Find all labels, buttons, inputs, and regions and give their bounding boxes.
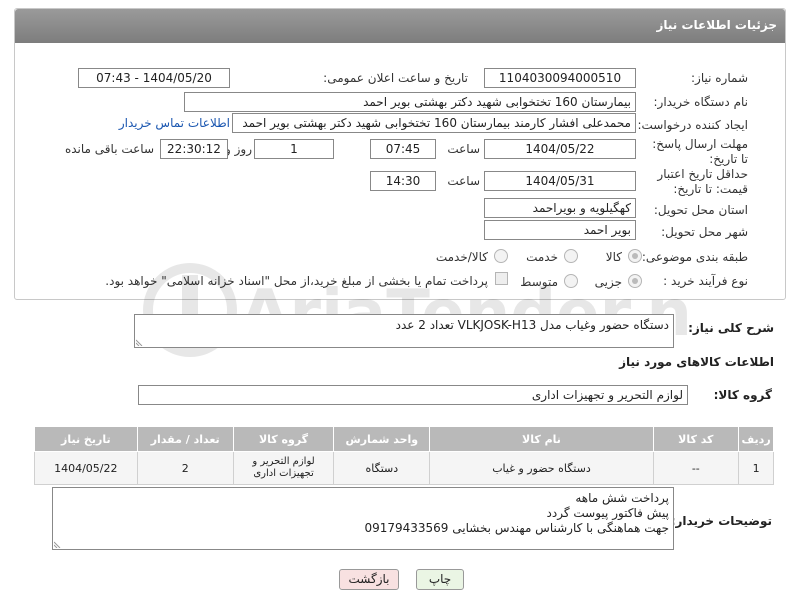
- goods-group-field: لوازم التحریر و تجهیزات اداری: [138, 385, 688, 405]
- cell-qty: 2: [136, 451, 234, 485]
- validity-label: حداقل تاریخ اعتبار قیمت: تا تاریخ:: [657, 167, 748, 196]
- province-label: استان محل تحویل:: [653, 203, 748, 217]
- goods-table: ردیف کد کالا نام کالا واحد شمارش گروه کا…: [34, 426, 774, 485]
- watermark-logo: AriaTender.neT: [143, 263, 690, 357]
- announce-datetime-field: 1404/05/20 - 07:43: [78, 68, 230, 88]
- goods-group-label: گروه کالا:: [713, 388, 772, 402]
- buyer-org-label: نام دستگاه خریدار:: [653, 95, 749, 109]
- creator-label: ایجاد کننده درخواست:: [637, 118, 748, 132]
- deadline-time-field: 07:45: [370, 139, 436, 159]
- table-row: 1 -- دستگاه حضور و غیاب دستگاه لوازم الت…: [34, 451, 774, 485]
- cell-code: --: [652, 451, 740, 485]
- cell-name: دستگاه حضور و غیاب: [429, 451, 654, 485]
- resize-grip-icon[interactable]: [136, 338, 144, 346]
- province-field: کهگیلویه و بویراحمد: [484, 198, 636, 218]
- remaining-label: ساعت باقی مانده: [64, 142, 154, 156]
- remaining-time-field: 22:30:12: [160, 139, 228, 159]
- buyer-note-line-1: پرداخت شش ماهه: [575, 491, 669, 505]
- description-text: دستگاه حضور وغیاب مدل VLKJOSK-H13 تعداد …: [395, 318, 669, 332]
- description-label: شرح کلی نیاز:: [688, 321, 774, 335]
- buyer-notes-label: توضیحات خریدار:: [670, 514, 772, 528]
- buyer-org-field: بیمارستان 160 تختخوابی شهید دکتر بهشتی ب…: [184, 92, 636, 112]
- need-number-field: 1104030094000510: [484, 68, 636, 88]
- cell-date: 1404/05/22: [34, 451, 138, 485]
- buyer-note-line-3: جهت هماهنگی با کارشناس مهندس بخشایی 0917…: [364, 521, 669, 535]
- validity-time-field: 14:30: [370, 171, 436, 191]
- col-unit: واحد شمارش: [333, 426, 431, 452]
- resize-grip-icon[interactable]: [54, 540, 62, 548]
- validity-time-label: ساعت: [447, 174, 480, 188]
- need-number-label: شماره نیاز:: [691, 71, 748, 85]
- days-label: روز و: [225, 142, 252, 156]
- print-button[interactable]: چاپ: [416, 569, 464, 590]
- buyer-note-line-2: پیش فاکتور پیوست گردد: [546, 506, 669, 520]
- col-row: ردیف: [738, 426, 774, 452]
- description-field: دستگاه حضور وغیاب مدل VLKJOSK-H13 تعداد …: [134, 314, 674, 348]
- cell-row: 1: [738, 451, 774, 485]
- city-field: بویر احمد: [484, 220, 636, 240]
- goods-table-header: ردیف کد کالا نام کالا واحد شمارش گروه کا…: [34, 426, 774, 452]
- deadline-label: مهلت ارسال پاسخ: تا تاریخ:: [652, 137, 748, 166]
- panel-title: جزئیات اطلاعات نیاز: [656, 18, 777, 32]
- buyer-notes-field: پرداخت شش ماهه پیش فاکتور پیوست گردد جهت…: [52, 487, 674, 550]
- panel-header: جزئیات اطلاعات نیاز: [15, 9, 785, 43]
- creator-field: محمدعلی افشار کارمند بیمارستان 160 تختخو…: [232, 113, 636, 133]
- validity-date-field: 1404/05/31: [484, 171, 636, 191]
- goods-section-title: اطلاعات کالاهای مورد نیاز: [619, 355, 774, 369]
- col-code: کد کالا: [652, 426, 740, 452]
- col-group: گروه کالا: [232, 426, 335, 452]
- cell-unit: دستگاه: [333, 451, 431, 485]
- city-label: شهر محل تحویل:: [661, 225, 748, 239]
- col-date: تاریخ نیاز: [34, 426, 138, 452]
- deadline-time-label: ساعت: [447, 142, 480, 156]
- buyer-contact-link[interactable]: اطلاعات تماس خریدار: [119, 116, 230, 130]
- announce-label: تاریخ و ساعت اعلان عمومی:: [323, 71, 468, 85]
- deadline-date-field: 1404/05/22: [484, 139, 636, 159]
- back-button[interactable]: بازگشت: [339, 569, 399, 590]
- col-name: نام کالا: [429, 426, 654, 452]
- col-qty: تعداد / مقدار: [136, 426, 234, 452]
- days-remaining-field: 1: [254, 139, 334, 159]
- cell-group: لوازم التحریر و تجهیزات اداری: [232, 451, 335, 485]
